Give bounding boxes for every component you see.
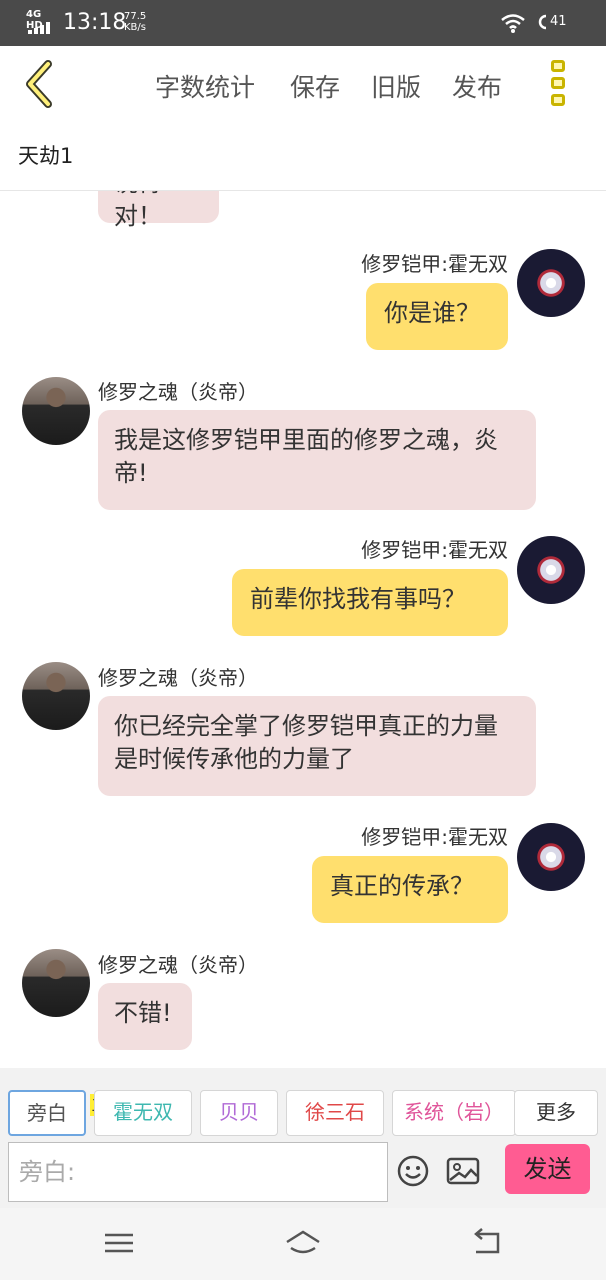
clock: 13:18 <box>63 10 127 35</box>
message-input[interactable] <box>8 1142 388 1202</box>
document-title: 天劫1 <box>18 144 74 168</box>
message-bubble[interactable]: 我是这修罗铠甲里面的修罗之魂，炎帝! <box>98 410 536 510</box>
old-version-button[interactable]: 旧版 <box>371 68 421 104</box>
sender-name: 修罗之魂（炎帝） <box>98 953 258 977</box>
word-count-button[interactable]: 字数统计 <box>155 68 255 104</box>
message-bubble[interactable]: 真正的传承？ <box>312 856 508 923</box>
sender-name: 修罗铠甲:霍无双 <box>361 825 508 849</box>
chip-system[interactable]: 系统（岩） <box>392 1090 516 1136</box>
publish-button[interactable]: 发布 <box>452 68 502 104</box>
character-selector: 旁白 主 霍无双 贝贝 徐三石 系统（岩） 更多 <box>0 1068 606 1140</box>
sender-name: 修罗之魂（炎帝） <box>98 380 258 404</box>
sender-name: 修罗之魂（炎帝） <box>98 666 258 690</box>
home-icon[interactable] <box>283 1226 323 1260</box>
sender-name: 修罗铠甲:霍无双 <box>361 252 508 276</box>
system-navbar <box>0 1208 606 1280</box>
avatar[interactable] <box>517 249 585 317</box>
more-menu-icon[interactable] <box>544 60 572 108</box>
image-icon[interactable] <box>446 1156 480 1186</box>
speed-unit: KB/s <box>124 22 146 33</box>
message-bubble[interactable]: 不错! <box>98 983 192 1050</box>
save-button[interactable]: 保存 <box>290 68 340 104</box>
send-button[interactable]: 发送 <box>505 1144 590 1194</box>
message-bubble[interactable]: 前辈你找我有事吗？ <box>232 569 508 636</box>
network-speed: 77.5 KB/s <box>124 11 154 33</box>
chip-xu-sanshi[interactable]: 徐三石 <box>286 1090 384 1136</box>
avatar[interactable] <box>517 823 585 891</box>
chip-huo-wushuang[interactable]: 霍无双 <box>94 1090 192 1136</box>
avatar[interactable] <box>22 377 90 445</box>
more-characters-button[interactable]: 更多 <box>514 1090 598 1136</box>
chip-beibei[interactable]: 贝贝 <box>200 1090 278 1136</box>
message-bubble[interactable]: 说得对！ <box>98 191 219 230</box>
speed-value: 77.5 <box>124 11 147 22</box>
battery-level: 41 <box>550 14 567 29</box>
menu-icon[interactable] <box>99 1226 139 1260</box>
back-icon[interactable] <box>20 58 60 110</box>
chip-narrator[interactable]: 旁白 <box>8 1090 86 1136</box>
message-bubble[interactable]: 你是谁？ <box>366 283 508 350</box>
avatar[interactable] <box>22 662 90 730</box>
signal-icon: 4G HD <box>26 9 56 35</box>
status-bar: 4G HD 13:18 77.5 KB/s 41 <box>0 0 606 46</box>
input-row: 发送 <box>0 1140 606 1208</box>
message-bubble[interactable]: 你已经完全掌了修罗铠甲真正的力量是时候传承他的力量了 <box>98 696 536 796</box>
chat-area[interactable]: 说得对！ 修罗铠甲:霍无双 你是谁？ 修罗之魂（炎帝） 我是这修罗铠甲里面的修罗… <box>0 191 606 1068</box>
wifi-icon <box>501 14 525 33</box>
sender-name: 修罗铠甲:霍无双 <box>361 538 508 562</box>
avatar[interactable] <box>22 949 90 1017</box>
back-nav-icon[interactable] <box>468 1226 508 1260</box>
toolbar: 字数统计 保存 旧版 发布 <box>0 46 606 122</box>
emoji-icon[interactable] <box>396 1154 430 1188</box>
avatar[interactable] <box>517 536 585 604</box>
